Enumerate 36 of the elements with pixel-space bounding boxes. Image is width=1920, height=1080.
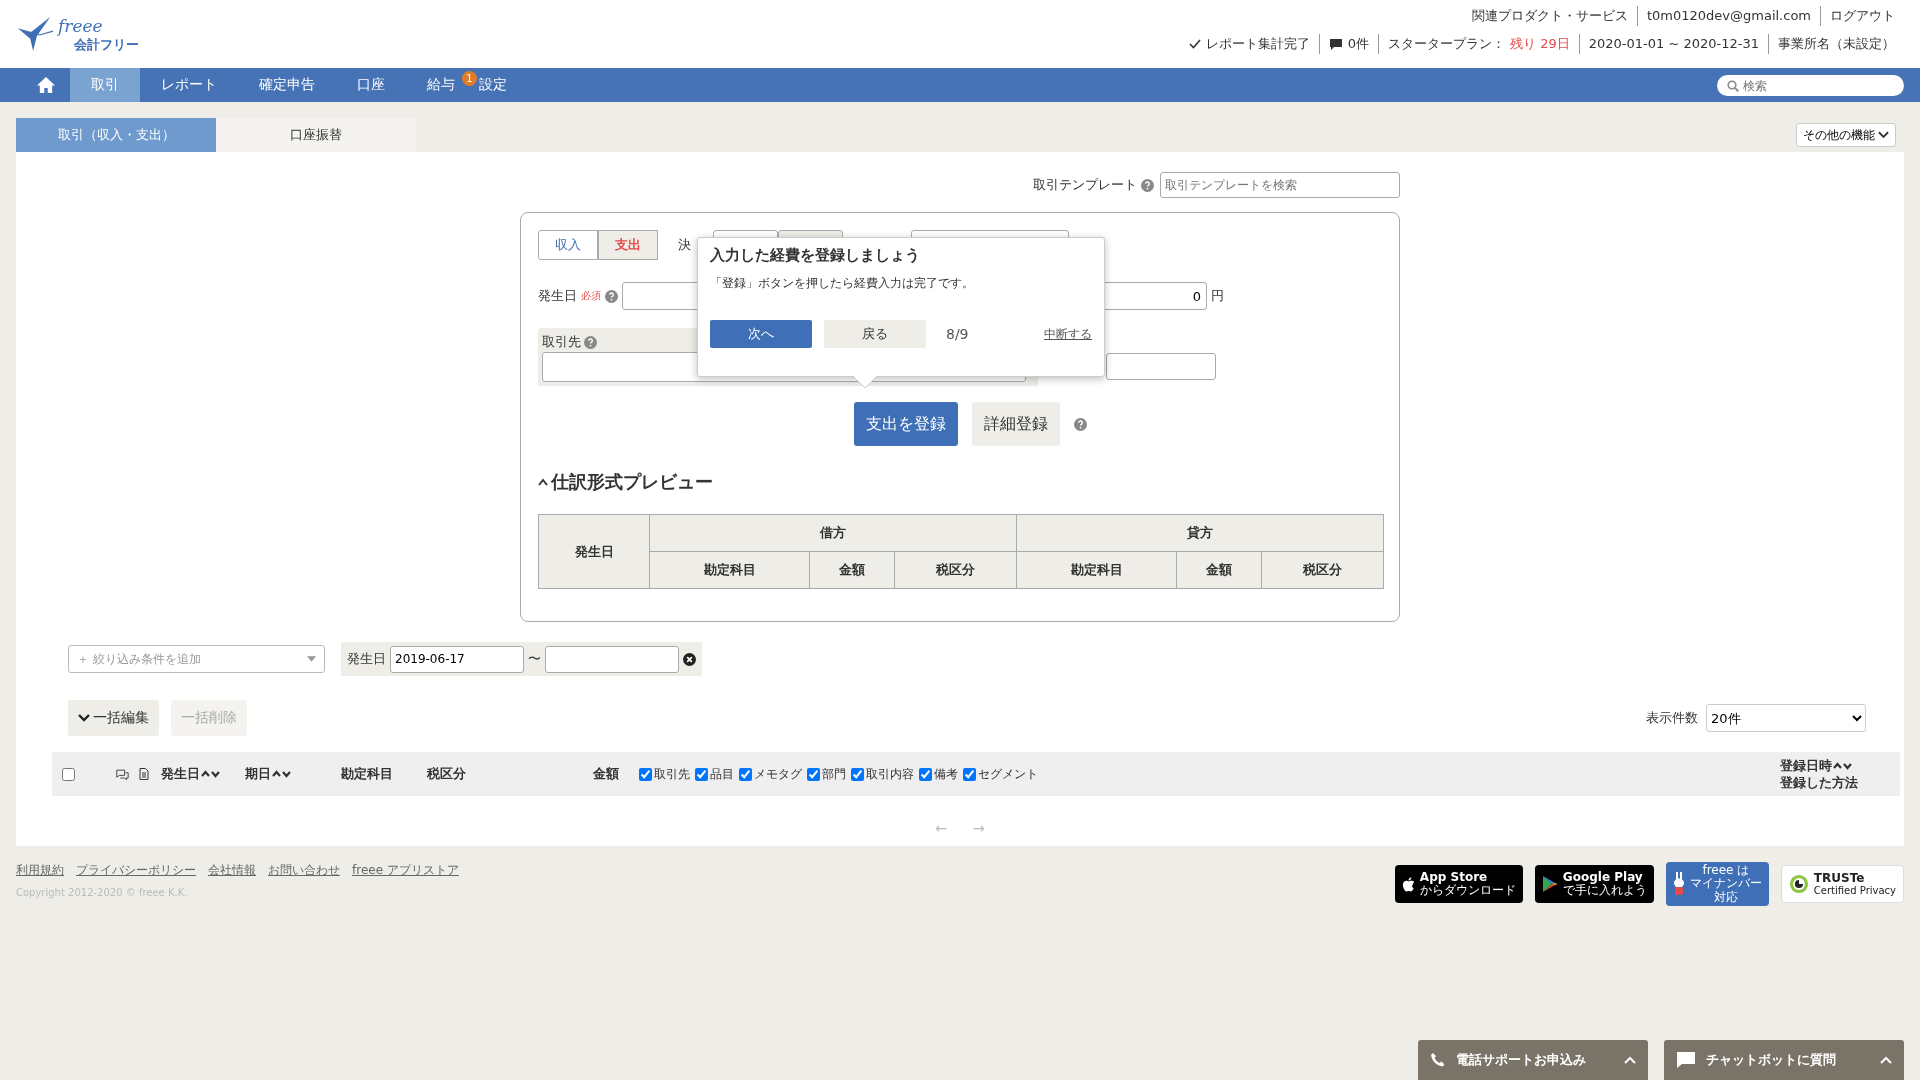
- popover-text: 「登録」ボタンを押したら経費入力は完了です。: [710, 275, 975, 292]
- template-label: 取引テンプレート: [1033, 176, 1137, 194]
- column-header: 税区分: [427, 765, 466, 783]
- per-page-label: 表示件数: [1646, 709, 1698, 727]
- range-separator: 〜: [528, 650, 541, 668]
- step-counter: 8/9: [946, 326, 969, 342]
- column-toggle-label: セグメント: [978, 765, 1038, 783]
- column-header: 登録した方法: [1780, 774, 1858, 791]
- table-header: 貸方: [1016, 514, 1384, 552]
- settlement-label: 決: [678, 236, 691, 254]
- currency-label: 円: [1211, 287, 1224, 305]
- table-header: 発生日: [538, 514, 650, 589]
- popover-title: 入力した経費を登録しましょう: [710, 246, 921, 265]
- preview-title: 仕訳形式プレビュー: [551, 470, 713, 494]
- table-header: 金額: [809, 551, 895, 589]
- column-header: 勘定科目: [341, 765, 393, 783]
- required-label: 必須: [581, 289, 601, 303]
- column-toggle-label: 取引先: [654, 765, 690, 783]
- column-toggle-label: 取引内容: [866, 765, 914, 783]
- column-header: 金額: [593, 765, 619, 783]
- product-name: 会計フリー: [74, 37, 139, 51]
- table-header: 金額: [1176, 551, 1262, 589]
- date-label: 発生日: [347, 650, 386, 668]
- column-toggle-label: 部門: [822, 765, 846, 783]
- table-header: 税区分: [1261, 551, 1384, 589]
- column-toggle-label: 備考: [934, 765, 958, 783]
- table-header: 借方: [649, 514, 1017, 552]
- notification-badge: 1: [462, 71, 477, 86]
- logo-text: freee: [58, 17, 104, 35]
- partner-label: 取引先: [542, 333, 581, 351]
- table-header: 勘定科目: [649, 551, 810, 589]
- table-header: 勘定科目: [1016, 551, 1177, 589]
- column-toggle-label: 品目: [710, 765, 734, 783]
- date-label: 発生日: [538, 287, 577, 305]
- table-header: 税区分: [894, 551, 1017, 589]
- column-toggle-label: メモタグ: [754, 765, 802, 783]
